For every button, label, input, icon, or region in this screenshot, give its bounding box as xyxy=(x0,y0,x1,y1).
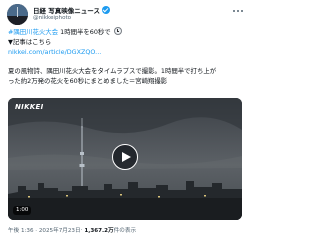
display-name[interactable]: 日経 写真映像ニュース xyxy=(33,5,100,15)
more-options-icon[interactable] xyxy=(232,8,244,14)
nikkei-watermark: NIKKEI xyxy=(15,103,44,111)
avatar-ground xyxy=(7,16,28,25)
play-icon[interactable] xyxy=(112,144,138,170)
avatar[interactable] xyxy=(7,4,28,25)
views-count: 1,367.2万 xyxy=(84,228,114,234)
article-link[interactable]: nikkei.com/article/DGXZQO... xyxy=(8,47,101,57)
avatar-tower xyxy=(17,7,18,17)
post-body-line-2: った約2万発の花火を60秒にまとめました＝宮崎翔撮影 xyxy=(8,77,168,85)
post-text-rest: 1時間半を60秒で xyxy=(58,28,111,36)
hashtag-link[interactable]: #隅田川花火大会 xyxy=(8,28,58,36)
post-timestamp[interactable]: 午後 1:36 · 2025年7月23日 xyxy=(8,226,81,234)
post-header: 日経 写真映像ニュース @nikkeiphoto xyxy=(4,3,246,25)
name-line: 日経 写真映像ニュース xyxy=(33,4,110,15)
footer-separator: · xyxy=(80,227,83,233)
video-player[interactable]: NIKKEI 1:00 xyxy=(8,98,242,220)
views-label: 件の表示 xyxy=(113,228,137,234)
verified-badge-icon xyxy=(101,5,110,14)
user-handle[interactable]: @nikkeiphoto xyxy=(33,15,71,21)
post-footer: 午後 1:36 · 2025年7月23日 · 1,367.2万 件の表示 xyxy=(8,226,136,234)
post-body-line-1: 夏の風物詩、隅田川花火大会をタイムラプスで撮影。1時間半で打ち上が xyxy=(8,67,217,75)
video-duration: 1:00 xyxy=(13,206,32,215)
post-text-line-1: #隅田川花火大会 1時間半を60秒で xyxy=(8,27,122,37)
post-text-line-2: ▼記事はこちら xyxy=(8,38,52,46)
clock-icon xyxy=(113,27,122,35)
